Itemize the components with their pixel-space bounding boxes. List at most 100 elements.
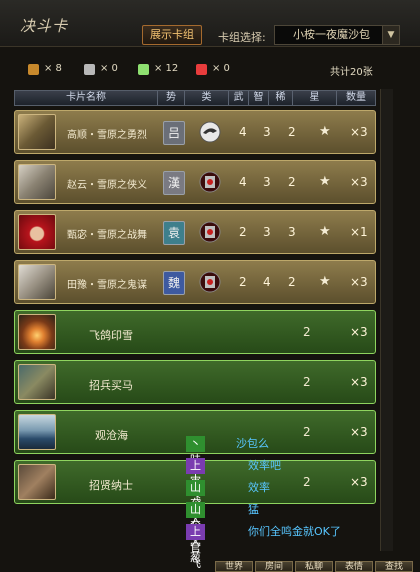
chat-message: 沙包么: [236, 437, 269, 450]
card-portrait: [18, 114, 56, 150]
silver-card-count: × 0: [100, 63, 118, 74]
star-icon: ★: [319, 224, 331, 239]
faction-badge: 袁: [163, 221, 185, 245]
card-qty: ×3: [350, 425, 368, 439]
card-qty: ×1: [350, 225, 368, 239]
list-scrollbar[interactable]: [380, 89, 393, 551]
weapon-type-icon: [199, 121, 221, 143]
chat-sender[interactable]: 丶昧丨: [186, 436, 205, 482]
chat-tab-bar: 世界 房间 私聊 表情 查找: [205, 561, 420, 572]
card-name: 田豫・雪原之鬼谋: [67, 280, 147, 291]
stat-zhi: 4: [263, 275, 271, 289]
tab-search[interactable]: 查找: [375, 561, 413, 572]
table-header: 卡片名称 势 类 武 智 稀 星 数量: [14, 90, 376, 106]
faction-label: 魏: [167, 276, 180, 290]
faction-badge: 魏: [163, 271, 185, 295]
card-portrait: [18, 164, 56, 200]
chevron-down-icon[interactable]: ▼: [382, 25, 400, 45]
stat-wu: 2: [239, 275, 247, 289]
card-name: 招贤纳士: [89, 479, 133, 492]
card-portrait: [18, 214, 56, 250]
card-qty: ×3: [350, 375, 368, 389]
stat-rarity: 2: [288, 275, 296, 289]
card-portrait: [18, 414, 56, 450]
card-portrait: [18, 264, 56, 300]
show-deck-button[interactable]: 展示卡组: [142, 25, 202, 45]
deck-select-dropdown[interactable]: 小桉一夜魔沙包 ▼: [274, 25, 400, 45]
star-icon: ★: [319, 124, 331, 139]
green-card-icon: [138, 64, 149, 75]
window-title: 决斗卡: [20, 17, 69, 35]
stat-wu: 2: [239, 225, 247, 239]
red-card-icon: [196, 64, 207, 75]
card-row[interactable]: 甄宓・雪原之战舞 袁 2 3 3 ★ ×1: [14, 210, 376, 254]
stat-rarity: 2: [303, 325, 311, 339]
faction-label: 吕: [167, 126, 180, 140]
chat-sender[interactable]: 山东大葱: [186, 502, 205, 564]
stat-zhi: 3: [263, 225, 271, 239]
tab-private[interactable]: 私聊: [295, 561, 333, 572]
card-row[interactable]: 赵云・雪原之侠义 漢 4 3 2 ★ ×3: [14, 160, 376, 204]
card-qty: ×3: [350, 175, 368, 189]
header-star[interactable]: 星: [293, 91, 337, 105]
header-qty[interactable]: 数量: [337, 91, 375, 105]
spear-type-icon: [199, 221, 221, 243]
gold-card-count: × 8: [44, 63, 62, 74]
header-zhi[interactable]: 智: [249, 91, 269, 105]
card-qty: ×3: [350, 325, 368, 339]
tab-world[interactable]: 世界: [215, 561, 253, 572]
header-type[interactable]: 类: [185, 91, 229, 105]
card-name: 赵云・雪原之侠义: [67, 180, 147, 191]
card-portrait: [18, 464, 56, 500]
chat-sender[interactable]: 上官飞虹: [186, 458, 205, 520]
green-card-count: × 12: [154, 63, 179, 74]
header-name[interactable]: 卡片名称: [15, 91, 158, 105]
deck-select-value: 小桉一夜魔沙包: [293, 28, 370, 41]
tab-emotes[interactable]: 表情: [335, 561, 373, 572]
card-portrait: [18, 314, 56, 350]
card-name: 观沧海: [95, 429, 128, 442]
stat-zhi: 3: [263, 125, 271, 139]
game-window: 决斗卡 展示卡组 卡组选择: 小桉一夜魔沙包 ▼ × 8 × 0 × 12 × …: [0, 0, 420, 572]
card-row[interactable]: 飞鸽印雪 2 ×3: [14, 310, 376, 354]
tab-room[interactable]: 房间: [255, 561, 293, 572]
chat-message: 猛: [248, 503, 259, 516]
total-count: 共计20张: [330, 67, 373, 78]
silver-card-icon: [84, 64, 95, 75]
stat-rarity: 3: [288, 225, 296, 239]
header-rarity[interactable]: 稀: [269, 91, 293, 105]
chat-message: 效率: [248, 481, 270, 494]
stat-rarity: 2: [303, 475, 311, 489]
card-row[interactable]: 高顺・雪原之勇烈 吕 4 3 2 ★ ×3: [14, 110, 376, 154]
stat-rarity: 2: [288, 175, 296, 189]
red-card-count: × 0: [212, 63, 230, 74]
stat-rarity: 2: [288, 125, 296, 139]
card-row[interactable]: 招兵买马 2 ×3: [14, 360, 376, 404]
header-wu[interactable]: 武: [229, 91, 249, 105]
star-icon: ★: [319, 174, 331, 189]
card-name: 甄宓・雪原之战舞: [67, 230, 147, 241]
spear-type-icon: [199, 271, 221, 293]
star-icon: ★: [319, 274, 331, 289]
gold-card-icon: [28, 64, 39, 75]
stat-rarity: 2: [303, 425, 311, 439]
top-bar: 决斗卡 展示卡组 卡组选择: 小桉一夜魔沙包 ▼: [0, 0, 420, 47]
card-qty: ×3: [350, 125, 368, 139]
chat-sender[interactable]: 上官飞虹: [186, 524, 205, 570]
faction-badge: 吕: [163, 121, 185, 145]
spear-type-icon: [199, 171, 221, 193]
card-name: 飞鸽印雪: [89, 329, 133, 342]
stat-zhi: 3: [263, 175, 271, 189]
stat-wu: 4: [239, 175, 247, 189]
header-faction[interactable]: 势: [158, 91, 185, 105]
faction-badge: 漢: [163, 171, 185, 195]
chat-message: 你们全鸣金就OK了: [248, 525, 341, 538]
card-qty: ×3: [350, 275, 368, 289]
chat-sender[interactable]: 山东大葱: [186, 480, 205, 542]
deck-select-label: 卡组选择:: [218, 31, 266, 44]
faction-label: 袁: [167, 226, 180, 240]
card-row[interactable]: 田豫・雪原之鬼谋 魏 2 4 2 ★ ×3: [14, 260, 376, 304]
card-name: 高顺・雪原之勇烈: [67, 130, 147, 141]
card-qty: ×3: [350, 475, 368, 489]
stat-rarity: 2: [303, 375, 311, 389]
